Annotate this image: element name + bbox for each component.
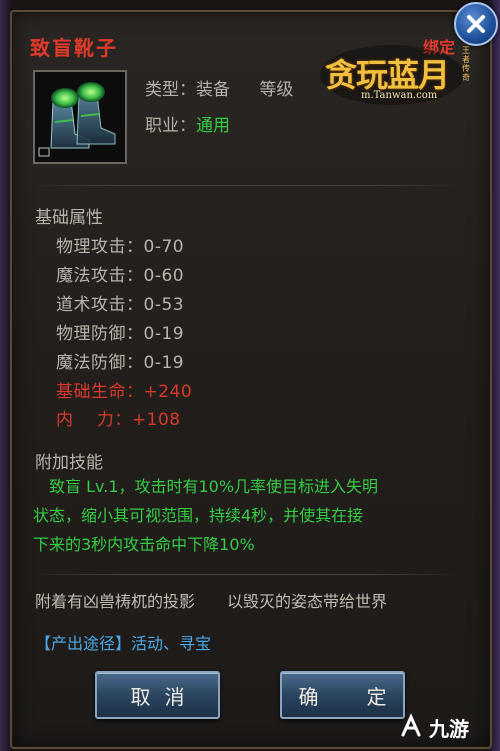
skill-line-1: 致盲 Lv.1，攻击时有10%几率使目标进入失明 (33, 477, 379, 496)
site-watermark: 九游 (397, 711, 492, 743)
stat-base-hp: 基础生命：+240 (56, 382, 193, 402)
skill-description: 致盲 Lv.1，攻击时有10%几率使目标进入失明 状态，缩小其可视范围，持续4秒… (33, 472, 463, 559)
stat-internal-force: 内 力：+108 (56, 410, 181, 430)
cancel-button[interactable]: 取消 (95, 671, 220, 719)
skill-line-2: 状态，缩小其可视范围，持续4秒，并使其在接 (33, 506, 364, 525)
job-value: 通用 (196, 116, 230, 136)
logo-url: m.Tanwan.com (361, 90, 438, 101)
boots-icon (35, 72, 125, 162)
game-logo: 贪玩蓝月 m.Tanwan.com 王者传奇 (317, 40, 472, 110)
item-name: 致盲靴子 (30, 36, 118, 60)
flavor-text: 附着有凶兽梼杌的投影 以毁灭的姿态带给世界 (35, 592, 388, 611)
confirm-button[interactable]: 确 定 (280, 671, 405, 719)
skill-label: 附加技能 (35, 453, 103, 473)
item-job: 职业：通用 (145, 116, 230, 136)
stat-physical-defense: 物理防御：0-19 (56, 324, 185, 344)
base-attributes-label: 基础属性 (35, 208, 103, 228)
divider-top (30, 185, 460, 186)
stat-magic-attack: 魔法攻击：0-60 (56, 266, 185, 286)
stat-magic-defense: 魔法防御：0-19 (56, 353, 185, 373)
source-text: 【产出途径】活动、寻宝 (35, 634, 212, 653)
item-type: 类型：装备 等级 (145, 80, 294, 100)
watermark-logo-icon (401, 713, 421, 737)
close-icon (467, 15, 485, 33)
skill-line-3: 下来的3秒内攻击命中下降10% (33, 535, 255, 554)
stat-physical-attack: 物理攻击：0-70 (56, 237, 185, 257)
item-level-label: 等级 (259, 80, 294, 100)
stat-taoist-attack: 道术攻击：0-53 (56, 295, 185, 315)
item-icon-frame[interactable] (33, 70, 127, 164)
divider-middle (30, 574, 460, 575)
logo-side-text: 王者传奇 (462, 46, 470, 82)
watermark-text: 九游 (429, 716, 469, 741)
